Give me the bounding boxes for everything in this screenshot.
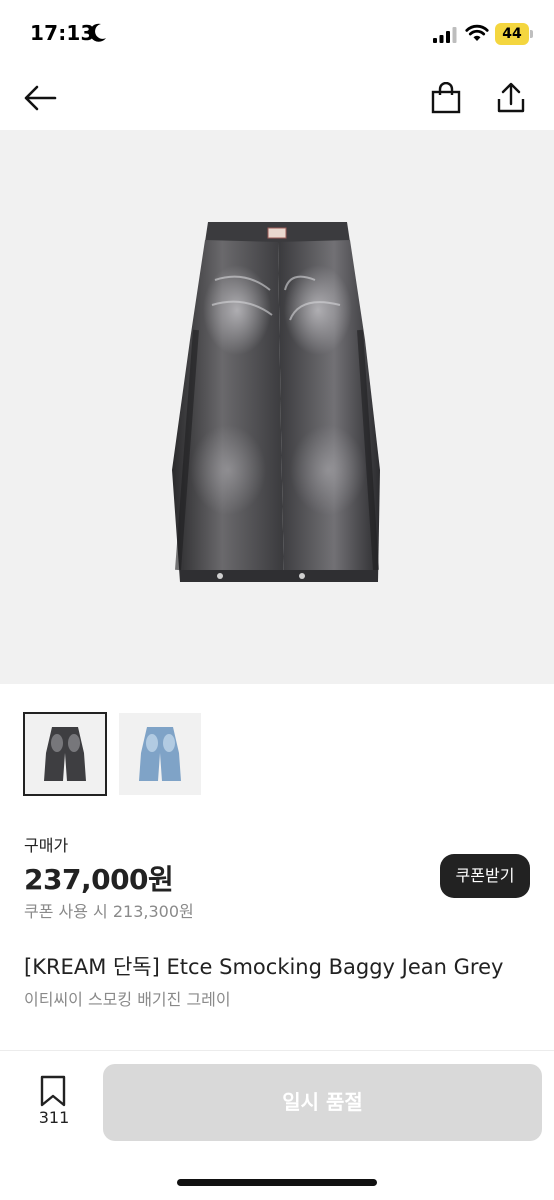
thumbnail-grey[interactable]: [23, 712, 107, 796]
share-button[interactable]: [491, 78, 531, 118]
thumbnail-light-blue[interactable]: [119, 713, 201, 795]
battery-icon: 44: [495, 23, 533, 45]
status-time: 17:13: [30, 21, 95, 45]
grey-jeans-thumbnail-image: [44, 727, 86, 781]
battery-level: 44: [495, 23, 529, 45]
price-label: 구매가: [24, 836, 69, 855]
top-nav: [0, 66, 554, 130]
signal-icon: [433, 27, 457, 43]
bottom-bar: 311 일시 품절: [0, 1051, 554, 1200]
home-indicator[interactable]: [177, 1179, 377, 1186]
shopping-bag-button[interactable]: [426, 78, 466, 118]
product-image[interactable]: [0, 130, 554, 684]
wish-count: 311: [38, 1108, 70, 1127]
moon-icon: [89, 23, 106, 42]
title-section: [KREAM 단독] Etce Smocking Baggy Jean Grey…: [24, 952, 530, 1010]
product-title: [KREAM 단독] Etce Smocking Baggy Jean Grey: [24, 955, 504, 979]
back-arrow-icon: [24, 85, 57, 111]
blue-jeans-thumbnail-image: [139, 727, 181, 781]
soldout-button[interactable]: 일시 품절: [103, 1064, 542, 1141]
coupon-button[interactable]: 쿠폰받기: [440, 854, 530, 898]
jeans-illustration: [172, 222, 380, 582]
coupon-price: 쿠폰 사용 시 213,300원: [24, 902, 194, 921]
back-button[interactable]: [20, 78, 60, 118]
product-subtitle: 이티씨이 스모킹 배기진 그레이: [24, 990, 231, 1009]
wishlist-button[interactable]: 311: [28, 1073, 80, 1129]
status-bar: 17:13 44: [0, 0, 554, 66]
shopping-bag-icon: [431, 82, 461, 114]
bookmark-icon: [40, 1075, 66, 1107]
price-value: 237,000원: [24, 863, 174, 896]
wifi-icon: [465, 24, 489, 41]
share-icon: [497, 82, 525, 113]
